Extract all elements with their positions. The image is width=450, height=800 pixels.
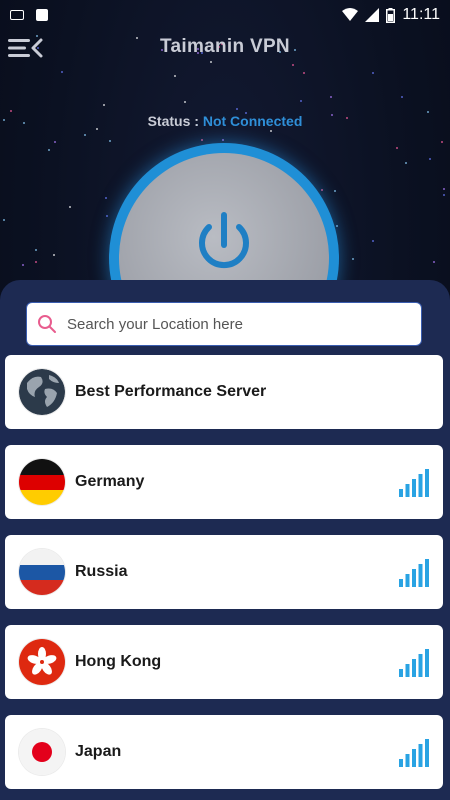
star-dot bbox=[401, 96, 403, 98]
star-dot bbox=[433, 261, 435, 263]
search-input[interactable] bbox=[65, 314, 411, 334]
signal-icon bbox=[365, 8, 380, 22]
server-sheet: Best Performance Server Germany bbox=[0, 280, 450, 800]
app-icon bbox=[36, 9, 48, 21]
star-dot bbox=[48, 149, 50, 151]
japan-flag-icon bbox=[19, 729, 65, 775]
server-item-germany[interactable]: Germany bbox=[5, 445, 443, 519]
power-icon bbox=[199, 212, 249, 269]
star-dot bbox=[429, 158, 431, 160]
star-dot bbox=[396, 147, 398, 149]
star-dot bbox=[303, 72, 305, 74]
star-dot bbox=[22, 264, 24, 266]
server-name: Japan bbox=[75, 743, 122, 760]
star-dot bbox=[106, 215, 108, 217]
globe-icon bbox=[19, 369, 65, 415]
germany-flag-icon bbox=[19, 459, 65, 505]
star-dot bbox=[330, 96, 332, 98]
server-item-japan[interactable]: Japan bbox=[5, 715, 443, 789]
star-dot bbox=[184, 101, 186, 103]
star-dot bbox=[443, 188, 445, 190]
server-name: Germany bbox=[75, 473, 145, 490]
star-dot bbox=[35, 249, 37, 251]
star-dot bbox=[300, 100, 302, 102]
star-dot bbox=[372, 72, 374, 74]
star-dot bbox=[3, 219, 5, 221]
star-dot bbox=[222, 139, 224, 141]
clock: 11:11 bbox=[402, 6, 440, 23]
server-name: Russia bbox=[75, 563, 128, 580]
status-value: Not Connected bbox=[202, 113, 303, 129]
search-icon bbox=[38, 315, 56, 333]
star-dot bbox=[174, 75, 176, 77]
star-dot bbox=[109, 140, 111, 142]
star-dot bbox=[321, 189, 323, 191]
star-dot bbox=[105, 197, 107, 199]
star-dot bbox=[61, 71, 63, 73]
app-title: Taimanin VPN bbox=[160, 36, 290, 57]
star-dot bbox=[336, 225, 338, 227]
star-dot bbox=[372, 240, 374, 242]
server-item-russia[interactable]: Russia bbox=[5, 535, 443, 609]
battery-icon bbox=[386, 7, 396, 23]
star-dot bbox=[84, 134, 86, 136]
star-dot bbox=[103, 104, 105, 106]
server-name: Hong Kong bbox=[75, 653, 162, 670]
server-item-hong-kong[interactable]: Hong Kong bbox=[5, 625, 443, 699]
server-item-best-performance[interactable]: Best Performance Server bbox=[5, 355, 443, 429]
star-dot bbox=[236, 108, 238, 110]
search-bar bbox=[26, 302, 422, 346]
signal-strength-icon bbox=[399, 739, 429, 767]
signal-strength-icon bbox=[399, 559, 429, 587]
hong-kong-flag-icon bbox=[19, 639, 65, 685]
app-header: Taimanin VPN bbox=[0, 30, 450, 66]
vpn-home-screen: 11:11 Taimanin VPN Status : Not Connecte… bbox=[0, 0, 450, 800]
star-dot bbox=[441, 141, 443, 143]
server-list: Best Performance Server Germany Russia H… bbox=[5, 355, 445, 800]
star-dot bbox=[201, 139, 203, 141]
star-dot bbox=[405, 162, 407, 164]
connection-status: Status : Not Connected bbox=[0, 113, 450, 129]
star-dot bbox=[35, 261, 37, 263]
notification-icon bbox=[10, 10, 24, 20]
signal-strength-icon bbox=[399, 469, 429, 497]
star-dot bbox=[443, 194, 445, 196]
russia-flag-icon bbox=[19, 549, 65, 595]
wifi-icon bbox=[342, 8, 359, 21]
status-label: Status : bbox=[147, 113, 199, 129]
star-dot bbox=[334, 190, 336, 192]
signal-strength-icon bbox=[399, 649, 429, 677]
star-dot bbox=[69, 206, 71, 208]
star-dot bbox=[270, 130, 272, 132]
status-bar: 11:11 bbox=[0, 0, 450, 30]
server-name: Best Performance Server bbox=[75, 383, 267, 400]
star-dot bbox=[54, 141, 56, 143]
star-dot bbox=[53, 254, 55, 256]
star-dot bbox=[352, 258, 354, 260]
star-dot bbox=[10, 110, 12, 112]
